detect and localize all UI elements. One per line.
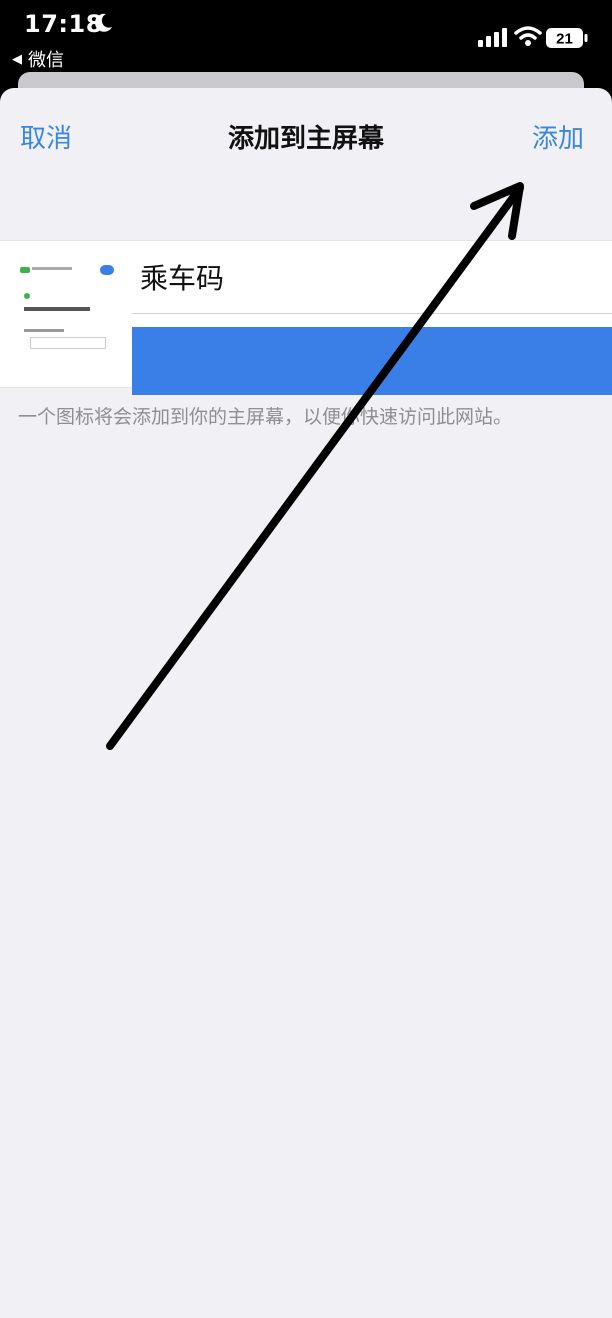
hint-text: 一个图标将会添加到你的主屏幕，以便你快速访问此网站。 — [18, 406, 513, 428]
navigation-bar: 取消 添加到主屏幕 添加 — [0, 88, 612, 184]
battery-level: 21 — [556, 31, 573, 48]
url-field[interactable] — [132, 327, 612, 395]
moon-icon — [95, 13, 112, 32]
signal-icon — [478, 28, 507, 47]
page-title: 添加到主屏幕 — [227, 124, 384, 154]
add-to-home-screen-sheet: 取消 添加到主屏幕 添加 乘车码 一个图标将会添加到你的主屏幕，以便你快速访问此… — [0, 88, 612, 1318]
add-button[interactable]: 添加 — [532, 118, 584, 155]
battery-icon: 21 — [546, 28, 588, 48]
site-thumbnail — [12, 255, 122, 355]
wifi-icon — [514, 26, 542, 46]
back-caret-icon: ◀ — [12, 51, 22, 67]
back-to-app-button[interactable]: ◀ 微信 — [12, 46, 64, 72]
name-divider — [132, 313, 612, 314]
name-input[interactable]: 乘车码 — [140, 257, 224, 297]
back-app-label: 微信 — [28, 50, 64, 71]
bookmark-card: 乘车码 — [0, 240, 612, 395]
